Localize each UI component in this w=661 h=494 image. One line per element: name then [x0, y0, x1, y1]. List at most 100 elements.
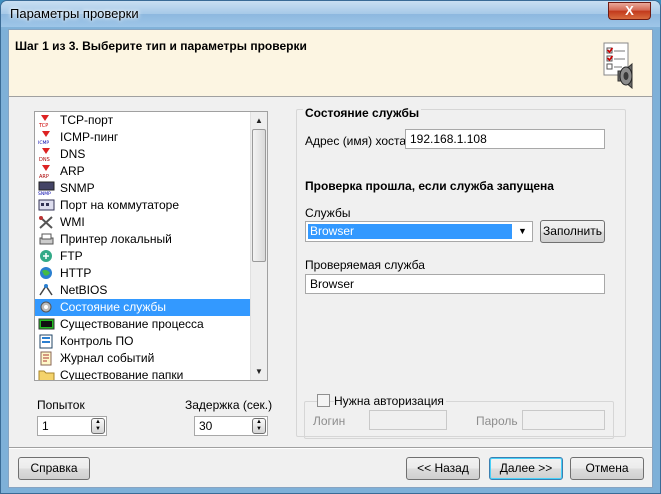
list-item[interactable]: Контроль ПО: [35, 333, 267, 350]
service-settings-panel: [296, 109, 626, 437]
next-button[interactable]: Далее >>: [489, 457, 563, 480]
list-item[interactable]: TCP TCP-порт: [35, 112, 267, 129]
list-item-label: TCP-порт: [60, 113, 114, 127]
retries-value[interactable]: 1: [42, 419, 49, 433]
spin-up-icon[interactable]: ▲: [253, 419, 265, 426]
list-item[interactable]: ICMP ICMP-пинг: [35, 129, 267, 146]
scroll-up-arrow-icon[interactable]: ▲: [251, 112, 267, 129]
wmi-icon: [38, 215, 55, 230]
fill-button[interactable]: Заполнить: [540, 220, 605, 243]
dialog-window: Параметры проверки X Шаг 1 из 3. Выберит…: [0, 0, 661, 494]
list-item[interactable]: FTP: [35, 248, 267, 265]
svg-text:DNS: DNS: [39, 157, 50, 162]
checked-service-input[interactable]: Browser: [305, 274, 605, 294]
list-item[interactable]: DNS DNS: [35, 146, 267, 163]
list-item-label: Контроль ПО: [60, 334, 134, 348]
list-item[interactable]: Порт на коммутаторе: [35, 197, 267, 214]
host-input[interactable]: 192.168.1.108: [405, 129, 605, 149]
snmp-icon: SNMP: [38, 181, 55, 197]
checked-service-label: Проверяемая служба: [305, 258, 425, 272]
eventlog-icon: [38, 351, 55, 366]
ftp-icon: [38, 249, 55, 264]
list-item-label: Существование процесса: [60, 317, 204, 331]
list-item-label: FTP: [60, 249, 83, 263]
scroll-down-arrow-icon[interactable]: ▼: [251, 363, 267, 380]
delay-value[interactable]: 30: [199, 419, 212, 433]
list-item[interactable]: NetBIOS: [35, 282, 267, 299]
list-item[interactable]: HTTP: [35, 265, 267, 282]
list-item-label: Состояние службы: [60, 300, 167, 314]
list-item-label: WMI: [60, 215, 85, 229]
auth-checkbox-label[interactable]: Нужна авторизация: [334, 394, 446, 408]
delay-label: Задержка (сек.): [185, 398, 273, 412]
list-item[interactable]: SNMP SNMP: [35, 180, 267, 197]
list-item-label: DNS: [60, 147, 86, 161]
service-icon: [38, 300, 55, 315]
help-button[interactable]: Справка: [18, 457, 90, 480]
retries-label: Попыток: [37, 398, 85, 412]
retries-stepper[interactable]: 1 ▲ ▼: [37, 416, 107, 436]
password-input[interactable]: [522, 410, 605, 430]
list-item[interactable]: Существование процесса: [35, 316, 267, 333]
spin-up-icon[interactable]: ▲: [92, 419, 104, 426]
back-button[interactable]: << Назад: [406, 457, 480, 480]
arp-icon: ARP: [38, 164, 55, 180]
list-item-label: SNMP: [60, 181, 95, 195]
icmp-icon: ICMP: [38, 130, 55, 146]
spin-down-icon[interactable]: ▼: [92, 426, 104, 433]
tcp-icon: TCP: [38, 113, 55, 129]
process-icon: [38, 317, 55, 332]
svg-text:ICMP: ICMP: [38, 140, 49, 145]
list-item[interactable]: Принтер локальный: [35, 231, 267, 248]
switch-port-icon: [38, 198, 55, 213]
cancel-button[interactable]: Отмена: [570, 457, 644, 480]
list-item[interactable]: ARP ARP: [35, 163, 267, 180]
retries-spin-buttons[interactable]: ▲ ▼: [91, 418, 105, 434]
check-type-items: TCP TCP-порт ICMP ICMP-пинг DNS DNS ARP ARP SNMP…: [35, 112, 267, 381]
close-icon: X: [625, 3, 634, 18]
folder-icon: [38, 368, 55, 380]
list-item-label: Принтер локальный: [60, 232, 172, 246]
close-button[interactable]: X: [608, 2, 651, 20]
http-icon: [38, 266, 55, 281]
services-selected: Browser: [308, 224, 512, 239]
step-title: Шаг 1 из 3. Выберите тип и параметры про…: [15, 39, 307, 53]
delay-stepper[interactable]: 30 ▲ ▼: [194, 416, 268, 436]
svg-text:ARP: ARP: [39, 174, 49, 179]
list-item-label: Порт на коммутаторе: [60, 198, 180, 212]
list-item-label: HTTP: [60, 266, 92, 280]
services-dropdown[interactable]: Browser ▼: [305, 221, 533, 242]
spin-down-icon[interactable]: ▼: [253, 426, 265, 433]
list-item[interactable]: Существование папки: [35, 367, 267, 381]
list-item-label: ICMP-пинг: [60, 130, 119, 144]
window-title: Параметры проверки: [10, 6, 139, 21]
login-input[interactable]: [369, 410, 447, 430]
login-label: Логин: [313, 414, 346, 428]
check-type-list[interactable]: TCP TCP-порт ICMP ICMP-пинг DNS DNS ARP ARP SNMP…: [34, 111, 268, 381]
condition-title: Проверка прошла, если служба запущена: [305, 179, 554, 193]
svg-text:TCP: TCP: [38, 123, 48, 128]
scroll-thumb[interactable]: [252, 129, 266, 262]
services-label: Службы: [305, 206, 351, 220]
list-item[interactable]: Журнал событий: [35, 350, 267, 367]
list-item-label: Существование папки: [60, 368, 184, 381]
software-icon: [38, 334, 55, 349]
list-item-label: ARP: [60, 164, 85, 178]
footer-separator: [9, 447, 652, 449]
svg-text:SNMP: SNMP: [38, 191, 51, 196]
password-label: Пароль: [476, 414, 518, 428]
checklist-speaker-icon: [603, 42, 633, 89]
list-item-label: Журнал событий: [60, 351, 155, 365]
chevron-down-icon[interactable]: ▼: [514, 223, 531, 240]
dns-icon: DNS: [38, 147, 55, 163]
title-bar[interactable]: Параметры проверки X: [1, 1, 660, 27]
printer-icon: [38, 232, 55, 247]
auth-checkbox[interactable]: [317, 394, 330, 407]
list-item[interactable]: Состояние службы: [35, 299, 267, 316]
list-scrollbar[interactable]: ▲ ▼: [250, 112, 267, 380]
host-label: Адрес (имя) хоста: [305, 134, 407, 148]
wizard-header: Шаг 1 из 3. Выберите тип и параметры про…: [9, 30, 652, 97]
list-item[interactable]: WMI: [35, 214, 267, 231]
delay-spin-buttons[interactable]: ▲ ▼: [252, 418, 266, 434]
netbios-icon: [38, 283, 55, 298]
